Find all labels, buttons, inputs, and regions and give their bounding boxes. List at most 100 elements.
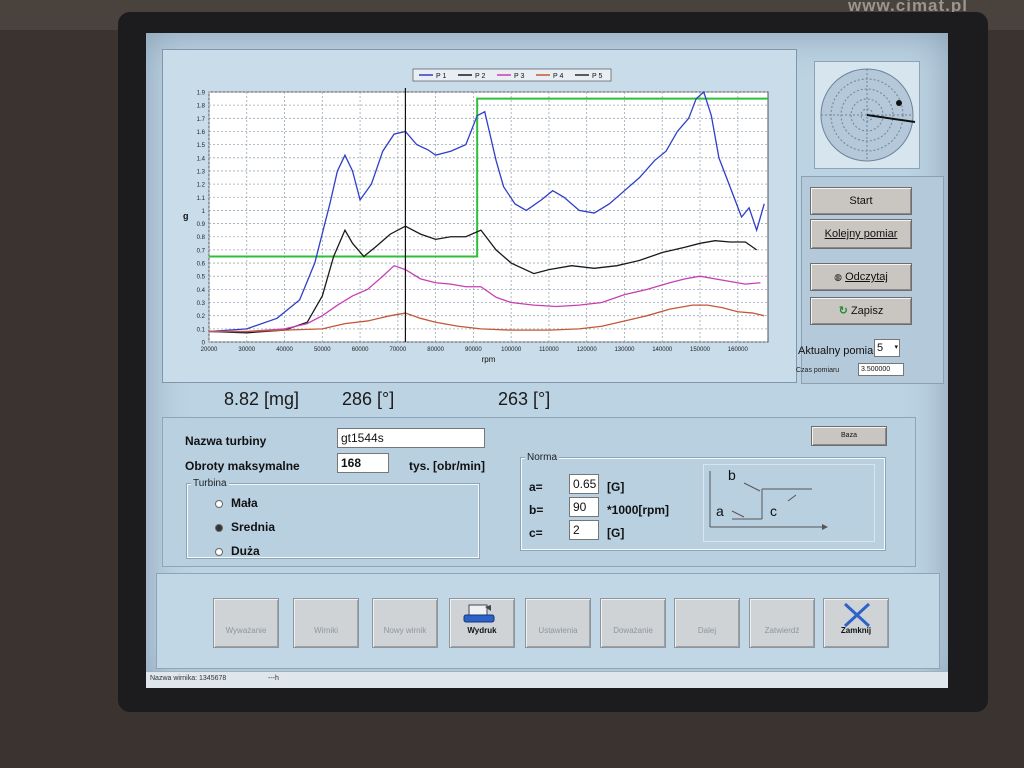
close-button-label: Zamknij: [840, 626, 872, 635]
norm-group-title: Norma: [525, 452, 560, 463]
max-rpm-input[interactable]: 168: [337, 453, 389, 473]
y-tick-label: 0.4: [197, 288, 206, 294]
current-measurement-select[interactable]: 5 ▾: [874, 339, 900, 357]
norm-c-label: c=: [529, 526, 543, 540]
confirm-button[interactable]: Zatwierdź: [749, 598, 815, 648]
measurement-time-field[interactable]: 3.500000: [858, 363, 904, 376]
print-button[interactable]: Wydruk: [449, 598, 515, 648]
norm-a-input[interactable]: 0.65: [569, 474, 599, 494]
turbine-size-option-small[interactable]: Mała: [215, 496, 258, 510]
y-tick-label: 1.5: [197, 143, 206, 149]
max-rpm-unit: tys. [obr/min]: [409, 459, 486, 473]
current-measurement-label: Aktualny pomia: [798, 345, 874, 357]
next-measurement-button[interactable]: Kolejny pomiar: [810, 219, 912, 249]
radio-dot: [215, 499, 223, 508]
schematic-label-c: c: [770, 503, 777, 519]
y-tick-label: 0: [202, 341, 206, 347]
turbine-name-label: Nazwa turbiny: [185, 434, 267, 448]
next-button[interactable]: Dalej: [674, 598, 740, 648]
x-tick-label: 160000: [728, 347, 749, 353]
vibration-chart: 0 0.1 0.2 0.3 0.4 0.5 0.6 0.7 0.8 0.9 1 1.1 1.2 1.3 1.…: [162, 49, 797, 383]
measurement-panel: Start Kolejny pomiar ◍ Odczytaj ↻ Zapisz…: [796, 176, 944, 384]
x-tick-label: 70000: [390, 347, 407, 353]
y-tick-label: 0.7: [197, 248, 206, 254]
legend-label-p4: P 4: [553, 73, 563, 80]
y-tick-label: 0.9: [197, 222, 206, 228]
y-axis-label: g: [183, 211, 189, 221]
y-tick-label: 0.2: [197, 314, 206, 320]
x-tick-label: 140000: [652, 347, 673, 353]
current-measurement-value: 5: [877, 342, 884, 354]
y-tick-label: 1.1: [197, 196, 206, 202]
app-screen: 0 0.1 0.2 0.3 0.4 0.5 0.6 0.7 0.8 0.9 1 1.1 1.2 1.3 1.…: [146, 33, 948, 688]
phase-gauge: [814, 61, 920, 169]
new-rotor-button[interactable]: Nowy wirnik: [372, 598, 438, 648]
settings-button[interactable]: Ustawienia: [525, 598, 591, 648]
y-tick-label: 1.9: [197, 91, 206, 97]
bottom-toolbar: Wyważanie Wirniki Nowy wirnik Wydruk Ust…: [156, 573, 940, 669]
chart-canvas: 0 0.1 0.2 0.3 0.4 0.5 0.6 0.7 0.8 0.9 1 1.1 1.2 1.3 1.…: [183, 68, 769, 364]
x-tick-label: 100000: [501, 347, 522, 353]
turbine-size-option-medium[interactable]: Srednia: [215, 520, 275, 534]
norm-c-input[interactable]: 2: [569, 520, 599, 540]
close-icon: [843, 602, 871, 628]
option-label: Mała: [231, 496, 258, 510]
legend-label-p5: P 5: [592, 73, 602, 80]
turbine-form-panel: Nazwa turbiny gt1544s Obroty maksymalne …: [162, 417, 916, 567]
confirm-button-label: Zatwierdź: [764, 626, 800, 635]
next-button-label: Dalej: [697, 626, 717, 635]
add-weight-button-label: Doważanie: [613, 626, 653, 635]
norm-b-input[interactable]: 90: [569, 497, 599, 517]
baza-button[interactable]: Baza: [811, 426, 887, 446]
y-tick-label: 1.2: [197, 183, 206, 189]
gauge-marker: [896, 100, 902, 106]
add-weight-button[interactable]: Doważanie: [600, 598, 666, 648]
turbine-size-group-title: Turbina: [191, 478, 229, 489]
y-tick-label: 1.3: [197, 169, 206, 175]
read-icon: ◍: [834, 272, 842, 282]
y-tick-label: 1.7: [197, 117, 206, 123]
x-axis-label: rpm: [482, 355, 496, 364]
start-button[interactable]: Start: [810, 187, 912, 215]
max-rpm-label: Obroty maksymalne: [185, 459, 300, 473]
norm-b-unit: *1000[rpm]: [607, 503, 670, 517]
norm-b-label: b=: [529, 503, 544, 517]
status-bar: Nazwa wirnika: 1345678 ---h: [146, 671, 948, 688]
readout-angle-1: 286 [°]: [342, 389, 395, 409]
y-tick-label: 0.8: [197, 235, 206, 241]
option-label: Srednia: [231, 520, 276, 534]
x-tick-label: 50000: [314, 347, 331, 353]
legend-label-p2: P 2: [475, 73, 485, 80]
close-button[interactable]: Zamknij: [823, 598, 889, 648]
x-tick-label: 40000: [276, 347, 293, 353]
balancing-button[interactable]: Wyważanie: [213, 598, 279, 648]
y-tick-label: 1.4: [197, 156, 206, 162]
read-button-label: Odczytaj: [845, 271, 888, 283]
x-tick-label: 110000: [539, 347, 559, 353]
turbine-name-input[interactable]: gt1544s: [337, 428, 485, 448]
read-button[interactable]: ◍ Odczytaj: [810, 263, 912, 291]
y-tick-label: 0.6: [197, 262, 206, 268]
save-button[interactable]: ↻ Zapisz: [810, 297, 912, 325]
legend-label-p3: P 3: [514, 73, 524, 80]
x-tick-label: 90000: [465, 347, 482, 353]
phase-gauge-dial: [820, 68, 916, 162]
y-tick-label: 0.3: [197, 301, 206, 307]
balancing-button-label: Wyważanie: [225, 626, 267, 635]
turbine-size-option-large[interactable]: Duża: [215, 544, 260, 558]
rotors-button[interactable]: Wirniki: [293, 598, 359, 648]
chevron-down-icon: ▾: [894, 344, 898, 351]
norm-a-label: a=: [529, 480, 543, 494]
radio-dot: [215, 523, 223, 532]
save-button-label: Zapisz: [850, 305, 884, 317]
rotors-button-label: Wirniki: [314, 626, 338, 635]
norm-schematic: b a c: [703, 464, 875, 542]
y-tick-label: 1.8: [197, 104, 206, 110]
legend-label-p1: P 1: [436, 73, 446, 80]
x-tick-label: 30000: [238, 347, 255, 353]
x-tick-label: 80000: [427, 347, 444, 353]
x-tick-label: 150000: [690, 347, 711, 353]
x-tick-label: 120000: [577, 347, 598, 353]
printer-icon: [463, 604, 495, 623]
measurement-time-label: Czas pomiaru: [796, 367, 840, 374]
